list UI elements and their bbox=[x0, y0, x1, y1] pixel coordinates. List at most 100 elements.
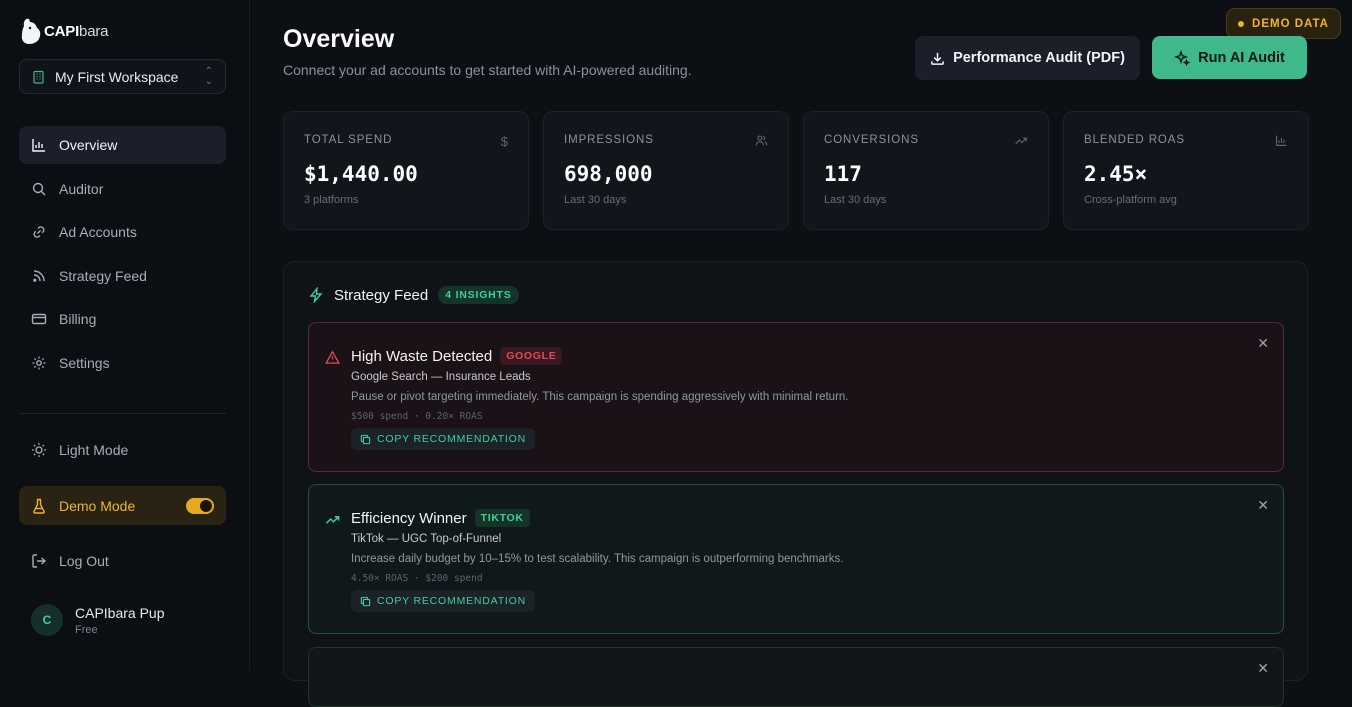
insight-card: ✕ bbox=[308, 647, 1284, 707]
demo-mode-row[interactable]: Demo Mode bbox=[19, 486, 226, 525]
copy-recommendation-button[interactable]: COPY RECOMMENDATION bbox=[351, 428, 535, 450]
sparkles-icon bbox=[1174, 49, 1191, 66]
platform-tag: GOOGLE bbox=[500, 347, 563, 365]
sidebar-item-label: Strategy Feed bbox=[59, 267, 147, 284]
page-title: Overview bbox=[283, 25, 395, 53]
copy-label: COPY RECOMMENDATION bbox=[377, 433, 526, 445]
chevron-updown-icon: ⌃ ⌄ bbox=[204, 65, 213, 87]
insight-title: Efficiency Winner bbox=[351, 509, 467, 527]
insight-title: High Waste Detected bbox=[351, 347, 493, 365]
insight-card: ✕ High Waste Detected GOOGLE Google Sear… bbox=[308, 322, 1284, 472]
bar-chart-icon bbox=[32, 139, 45, 152]
demo-data-label: DEMO DATA bbox=[1252, 17, 1329, 30]
flask-icon bbox=[33, 498, 45, 514]
credit-card-icon bbox=[31, 313, 47, 325]
insight-header: High Waste Detected GOOGLE bbox=[351, 347, 1241, 365]
strategy-feed-header: Strategy Feed 4 INSIGHTS bbox=[308, 286, 519, 304]
insight-meta: 4.50× ROAS · $200 spend bbox=[351, 573, 483, 584]
insight-card: ✕ Efficiency Winner TIKTOK TikTok — UGC … bbox=[308, 484, 1284, 634]
strategy-feed-panel: Strategy Feed 4 INSIGHTS ✕ High Waste De… bbox=[283, 261, 1308, 707]
rss-icon bbox=[33, 269, 45, 282]
copy-recommendation-button[interactable]: COPY RECOMMENDATION bbox=[351, 590, 535, 612]
user-plan: Free bbox=[75, 623, 98, 636]
logout-label: Log Out bbox=[59, 553, 109, 569]
copy-icon bbox=[360, 596, 371, 606]
close-icon[interactable]: ✕ bbox=[1257, 660, 1269, 677]
sidebar-item-label: Overview bbox=[59, 137, 118, 153]
workspace-selector[interactable]: My First Workspace ⌃ ⌄ bbox=[19, 59, 226, 94]
insight-header: Efficiency Winner TIKTOK bbox=[351, 509, 1241, 527]
sun-icon bbox=[32, 443, 46, 457]
ai-button-label: Run AI Audit bbox=[1198, 49, 1285, 66]
stat-subtext: Last 30 days bbox=[564, 194, 627, 206]
trend-up-icon bbox=[1015, 137, 1027, 145]
insights-count-badge: 4 INSIGHTS bbox=[438, 286, 519, 304]
insight-description: Pause or pivot targeting immediately. Th… bbox=[351, 391, 849, 403]
copy-label: COPY RECOMMENDATION bbox=[377, 595, 526, 607]
brand-name-light: bara bbox=[79, 22, 109, 40]
status-dot-icon bbox=[1238, 20, 1245, 27]
performance-audit-pdf-button[interactable]: Performance Audit (PDF) bbox=[915, 36, 1140, 80]
platform-tag: TIKTOK bbox=[474, 509, 530, 527]
download-icon bbox=[931, 52, 944, 65]
demo-data-badge: DEMO DATA bbox=[1226, 8, 1341, 39]
stat-card-impressions: IMPRESSIONS 698,000 Last 30 days bbox=[543, 111, 789, 230]
link-icon bbox=[33, 226, 45, 238]
gear-icon bbox=[32, 356, 46, 369]
sidebar-item-strategy-feed[interactable]: Strategy Feed bbox=[19, 257, 226, 295]
sidebar: CAPIbara My First Workspace ⌃ ⌄ Overview … bbox=[0, 0, 250, 670]
main-content: Overview Connect your ad accounts to get… bbox=[251, 0, 1352, 707]
page-subtitle: Connect your ad accounts to get started … bbox=[283, 62, 692, 78]
stat-subtext: Last 30 days bbox=[824, 194, 887, 206]
stat-value: 117 bbox=[824, 162, 862, 186]
sidebar-item-auditor[interactable]: Auditor bbox=[19, 170, 226, 208]
bar-chart-icon bbox=[1276, 135, 1287, 146]
strategy-feed-title: Strategy Feed bbox=[334, 286, 429, 304]
users-icon bbox=[755, 135, 768, 146]
close-icon[interactable]: ✕ bbox=[1257, 335, 1269, 352]
brand-logo[interactable]: CAPIbara bbox=[20, 16, 108, 46]
stat-value: 698,000 bbox=[564, 162, 653, 186]
sidebar-item-billing[interactable]: Billing bbox=[19, 300, 226, 338]
stat-card-conversions: CONVERSIONS 117 Last 30 days bbox=[803, 111, 1049, 230]
warning-triangle-icon bbox=[325, 350, 340, 364]
logout-button[interactable]: Log Out bbox=[19, 542, 226, 580]
sidebar-item-settings[interactable]: Settings bbox=[19, 344, 226, 382]
sidebar-item-overview[interactable]: Overview bbox=[19, 126, 226, 164]
sidebar-item-label: Ad Accounts bbox=[59, 224, 137, 240]
stat-subtext: 3 platforms bbox=[304, 194, 359, 206]
run-ai-audit-button[interactable]: Run AI Audit bbox=[1152, 36, 1307, 79]
stat-label: IMPRESSIONS bbox=[564, 134, 654, 146]
close-icon[interactable]: ✕ bbox=[1257, 497, 1269, 514]
user-name: CAPIbara Pup bbox=[75, 604, 165, 621]
stat-value: $1,440.00 bbox=[304, 162, 418, 186]
insight-campaign: TikTok — UGC Top-of-Funnel bbox=[351, 533, 502, 545]
insight-campaign: Google Search — Insurance Leads bbox=[351, 371, 531, 383]
avatar: C bbox=[31, 604, 63, 636]
lightning-icon bbox=[309, 287, 323, 303]
stat-subtext: Cross-platform avg bbox=[1084, 194, 1177, 206]
light-mode-button[interactable]: Light Mode bbox=[19, 431, 226, 469]
stat-value: 2.45× bbox=[1084, 162, 1148, 186]
stat-card-blended-roas: BLENDED ROAS 2.45× Cross-platform avg bbox=[1063, 111, 1309, 230]
workspace-name: My First Workspace bbox=[55, 68, 179, 85]
light-mode-label: Light Mode bbox=[59, 442, 129, 458]
demo-mode-label: Demo Mode bbox=[59, 497, 136, 514]
insight-meta: $500 spend · 0.20× ROAS bbox=[351, 411, 483, 422]
user-profile[interactable]: C CAPIbara Pup Free bbox=[31, 604, 165, 636]
stat-label: CONVERSIONS bbox=[824, 134, 919, 146]
logout-icon bbox=[32, 554, 47, 568]
sidebar-item-label: Auditor bbox=[59, 180, 104, 197]
sidebar-item-ad-accounts[interactable]: Ad Accounts bbox=[19, 213, 226, 251]
sidebar-divider bbox=[19, 413, 226, 414]
sidebar-item-label: Settings bbox=[59, 354, 110, 371]
stat-card-total-spend: TOTAL SPEND $ $1,440.00 3 platforms bbox=[283, 111, 529, 230]
sidebar-nav: Overview Auditor Ad Accounts Strategy Fe… bbox=[19, 126, 226, 387]
building-icon bbox=[33, 70, 44, 84]
stat-label: TOTAL SPEND bbox=[304, 134, 393, 146]
stat-label: BLENDED ROAS bbox=[1084, 134, 1185, 146]
demo-mode-toggle[interactable] bbox=[186, 497, 214, 514]
copy-icon bbox=[360, 434, 371, 444]
capybara-logo-icon bbox=[21, 18, 41, 44]
sidebar-item-label: Billing bbox=[59, 311, 97, 327]
